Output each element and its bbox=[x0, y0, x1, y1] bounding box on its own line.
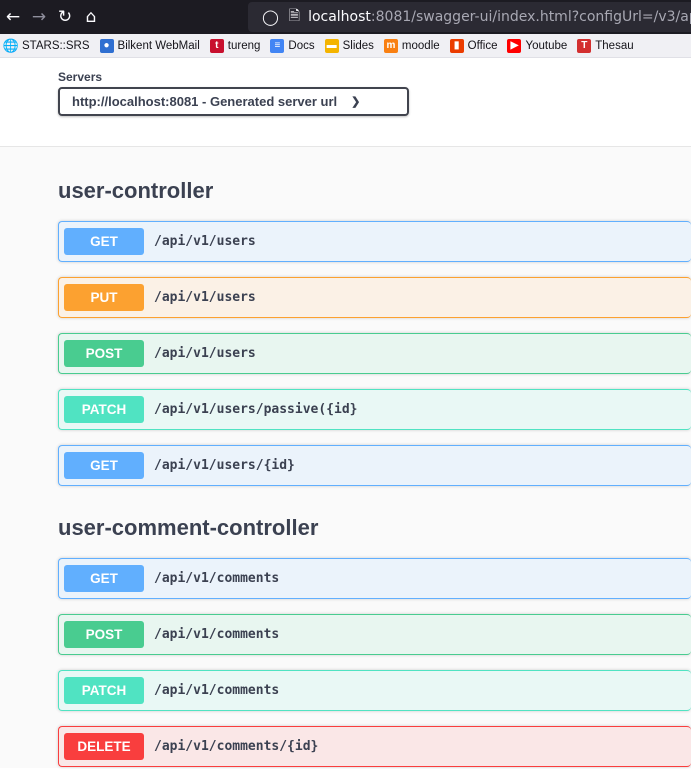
bookmark-item[interactable]: 🌐 STARS::SRS bbox=[2, 37, 90, 53]
method-badge: GET bbox=[64, 228, 144, 255]
thesaurus-icon: T bbox=[577, 38, 592, 53]
operation-path: /api/v1/users bbox=[154, 234, 256, 249]
operation-patch[interactable]: PATCH/api/v1/users/passive({id} bbox=[58, 389, 691, 430]
webmail-icon: ● bbox=[99, 38, 114, 53]
method-badge: POST bbox=[64, 340, 144, 367]
servers-label: Servers bbox=[58, 70, 103, 84]
url-path: :8081/swagger-ui/index.html?configUrl=/v… bbox=[370, 9, 691, 25]
browser-toolbar: ← → ↻ ⌂ ◯ 🗎 localhost:8081/swagger-ui/in… bbox=[0, 0, 691, 34]
operation-path: /api/v1/users/{id} bbox=[154, 458, 295, 473]
bookmark-item[interactable]: T Thesau bbox=[577, 38, 634, 53]
operation-path: /api/v1/comments bbox=[154, 683, 280, 698]
operation-path: /api/v1/comments bbox=[154, 571, 280, 586]
method-badge: GET bbox=[64, 452, 144, 479]
page-icon: 🗎 bbox=[288, 8, 301, 24]
method-badge: POST bbox=[64, 621, 144, 648]
bookmark-label: Bilkent WebMail bbox=[117, 39, 200, 52]
forward-arrow-icon[interactable]: → bbox=[26, 4, 52, 30]
reload-icon[interactable]: ↻ bbox=[52, 4, 78, 30]
divider bbox=[0, 146, 691, 147]
servers-section: Servers http://localhost:8081 - Generate… bbox=[0, 58, 691, 146]
docs-icon: ≡ bbox=[270, 38, 285, 53]
method-badge: PUT bbox=[64, 284, 144, 311]
globe-icon: 🌐 bbox=[2, 37, 20, 53]
bookmark-item[interactable]: m moodle bbox=[383, 38, 440, 53]
bookmark-label: Youtube bbox=[525, 39, 568, 52]
moodle-icon: m bbox=[383, 38, 398, 53]
method-badge: DELETE bbox=[64, 733, 144, 760]
bookmark-label: Thesau bbox=[595, 39, 634, 52]
operation-get[interactable]: GET/api/v1/comments bbox=[58, 558, 691, 599]
bookmark-item[interactable]: t tureng bbox=[209, 38, 261, 53]
address-bar[interactable]: ◯ 🗎 localhost:8081/swagger-ui/index.html… bbox=[248, 2, 691, 32]
operation-path: /api/v1/comments bbox=[154, 627, 280, 642]
servers-select[interactable]: http://localhost:8081 - Generated server… bbox=[58, 87, 409, 116]
chevron-down-icon: ❯ bbox=[351, 96, 361, 108]
tag-title[interactable]: user-controller bbox=[58, 146, 691, 221]
url-host: localhost bbox=[308, 9, 371, 25]
shield-icon[interactable]: ◯ bbox=[262, 8, 279, 26]
bookmark-label: tureng bbox=[227, 39, 261, 52]
bookmark-item[interactable]: ▮ Office bbox=[449, 38, 498, 53]
bookmark-label: Docs bbox=[288, 39, 315, 52]
operation-path: /api/v1/comments/{id} bbox=[154, 739, 319, 754]
method-badge: PATCH bbox=[64, 396, 144, 423]
operation-post[interactable]: POST/api/v1/comments bbox=[58, 614, 691, 655]
operation-post[interactable]: POST/api/v1/users bbox=[58, 333, 691, 374]
bookmark-item[interactable]: ≡ Docs bbox=[270, 38, 315, 53]
bookmark-label: Office bbox=[467, 39, 498, 52]
bookmark-item[interactable]: ▬ Slides bbox=[324, 38, 374, 53]
tureng-icon: t bbox=[209, 38, 224, 53]
bookmark-item[interactable]: ● Bilkent WebMail bbox=[99, 38, 200, 53]
operation-path: /api/v1/users bbox=[154, 290, 256, 305]
bookmark-item[interactable]: ▶ Youtube bbox=[507, 38, 568, 53]
operation-put[interactable]: PUT/api/v1/users bbox=[58, 277, 691, 318]
bookmark-label: STARS::SRS bbox=[22, 39, 90, 52]
operation-path: /api/v1/users bbox=[154, 346, 256, 361]
youtube-icon: ▶ bbox=[507, 38, 522, 53]
operation-delete[interactable]: DELETE/api/v1/comments/{id} bbox=[58, 726, 691, 767]
home-icon[interactable]: ⌂ bbox=[78, 4, 104, 30]
office-icon: ▮ bbox=[449, 38, 464, 53]
operation-get[interactable]: GET/api/v1/users/{id} bbox=[58, 445, 691, 486]
slides-icon: ▬ bbox=[324, 38, 339, 53]
back-arrow-icon[interactable]: ← bbox=[0, 4, 26, 30]
tag-title[interactable]: user-comment-controller bbox=[58, 501, 691, 558]
method-badge: PATCH bbox=[64, 677, 144, 704]
method-badge: GET bbox=[64, 565, 144, 592]
bookmarks-bar: 🌐 STARS::SRS ● Bilkent WebMail t tureng ≡ Docs ▬… bbox=[0, 34, 691, 58]
bookmark-label: Slides bbox=[342, 39, 374, 52]
operation-patch[interactable]: PATCH/api/v1/comments bbox=[58, 670, 691, 711]
bookmark-label: moodle bbox=[401, 39, 440, 52]
operation-path: /api/v1/users/passive({id} bbox=[154, 402, 358, 417]
operation-get[interactable]: GET/api/v1/users bbox=[58, 221, 691, 262]
operations-area: user-controller GET/api/v1/users PUT/api/v… bbox=[0, 146, 691, 768]
servers-selected-value: http://localhost:8081 - Generated server… bbox=[72, 94, 338, 109]
